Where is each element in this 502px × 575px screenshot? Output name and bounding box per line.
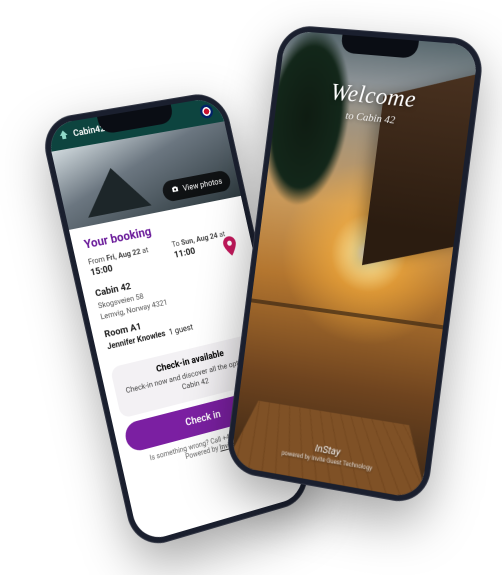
- checkin-button-label: Check in: [184, 408, 221, 428]
- phone-welcome: Welcome to Cabin 42 InStay powered by In…: [224, 24, 486, 507]
- cabin-logo-icon: [56, 128, 71, 145]
- camera-icon: [170, 184, 181, 196]
- view-photos-button[interactable]: View photos: [161, 169, 232, 202]
- view-photos-label: View photos: [182, 177, 223, 193]
- language-flag-icon[interactable]: [199, 104, 214, 120]
- cabin-silhouette-icon: [78, 162, 151, 218]
- mockup-stage: Cabin42 View photos Your booking: [0, 0, 502, 575]
- welcome-screen: Welcome to Cabin 42 InStay powered by In…: [230, 30, 479, 499]
- from-suffix: at: [139, 245, 149, 255]
